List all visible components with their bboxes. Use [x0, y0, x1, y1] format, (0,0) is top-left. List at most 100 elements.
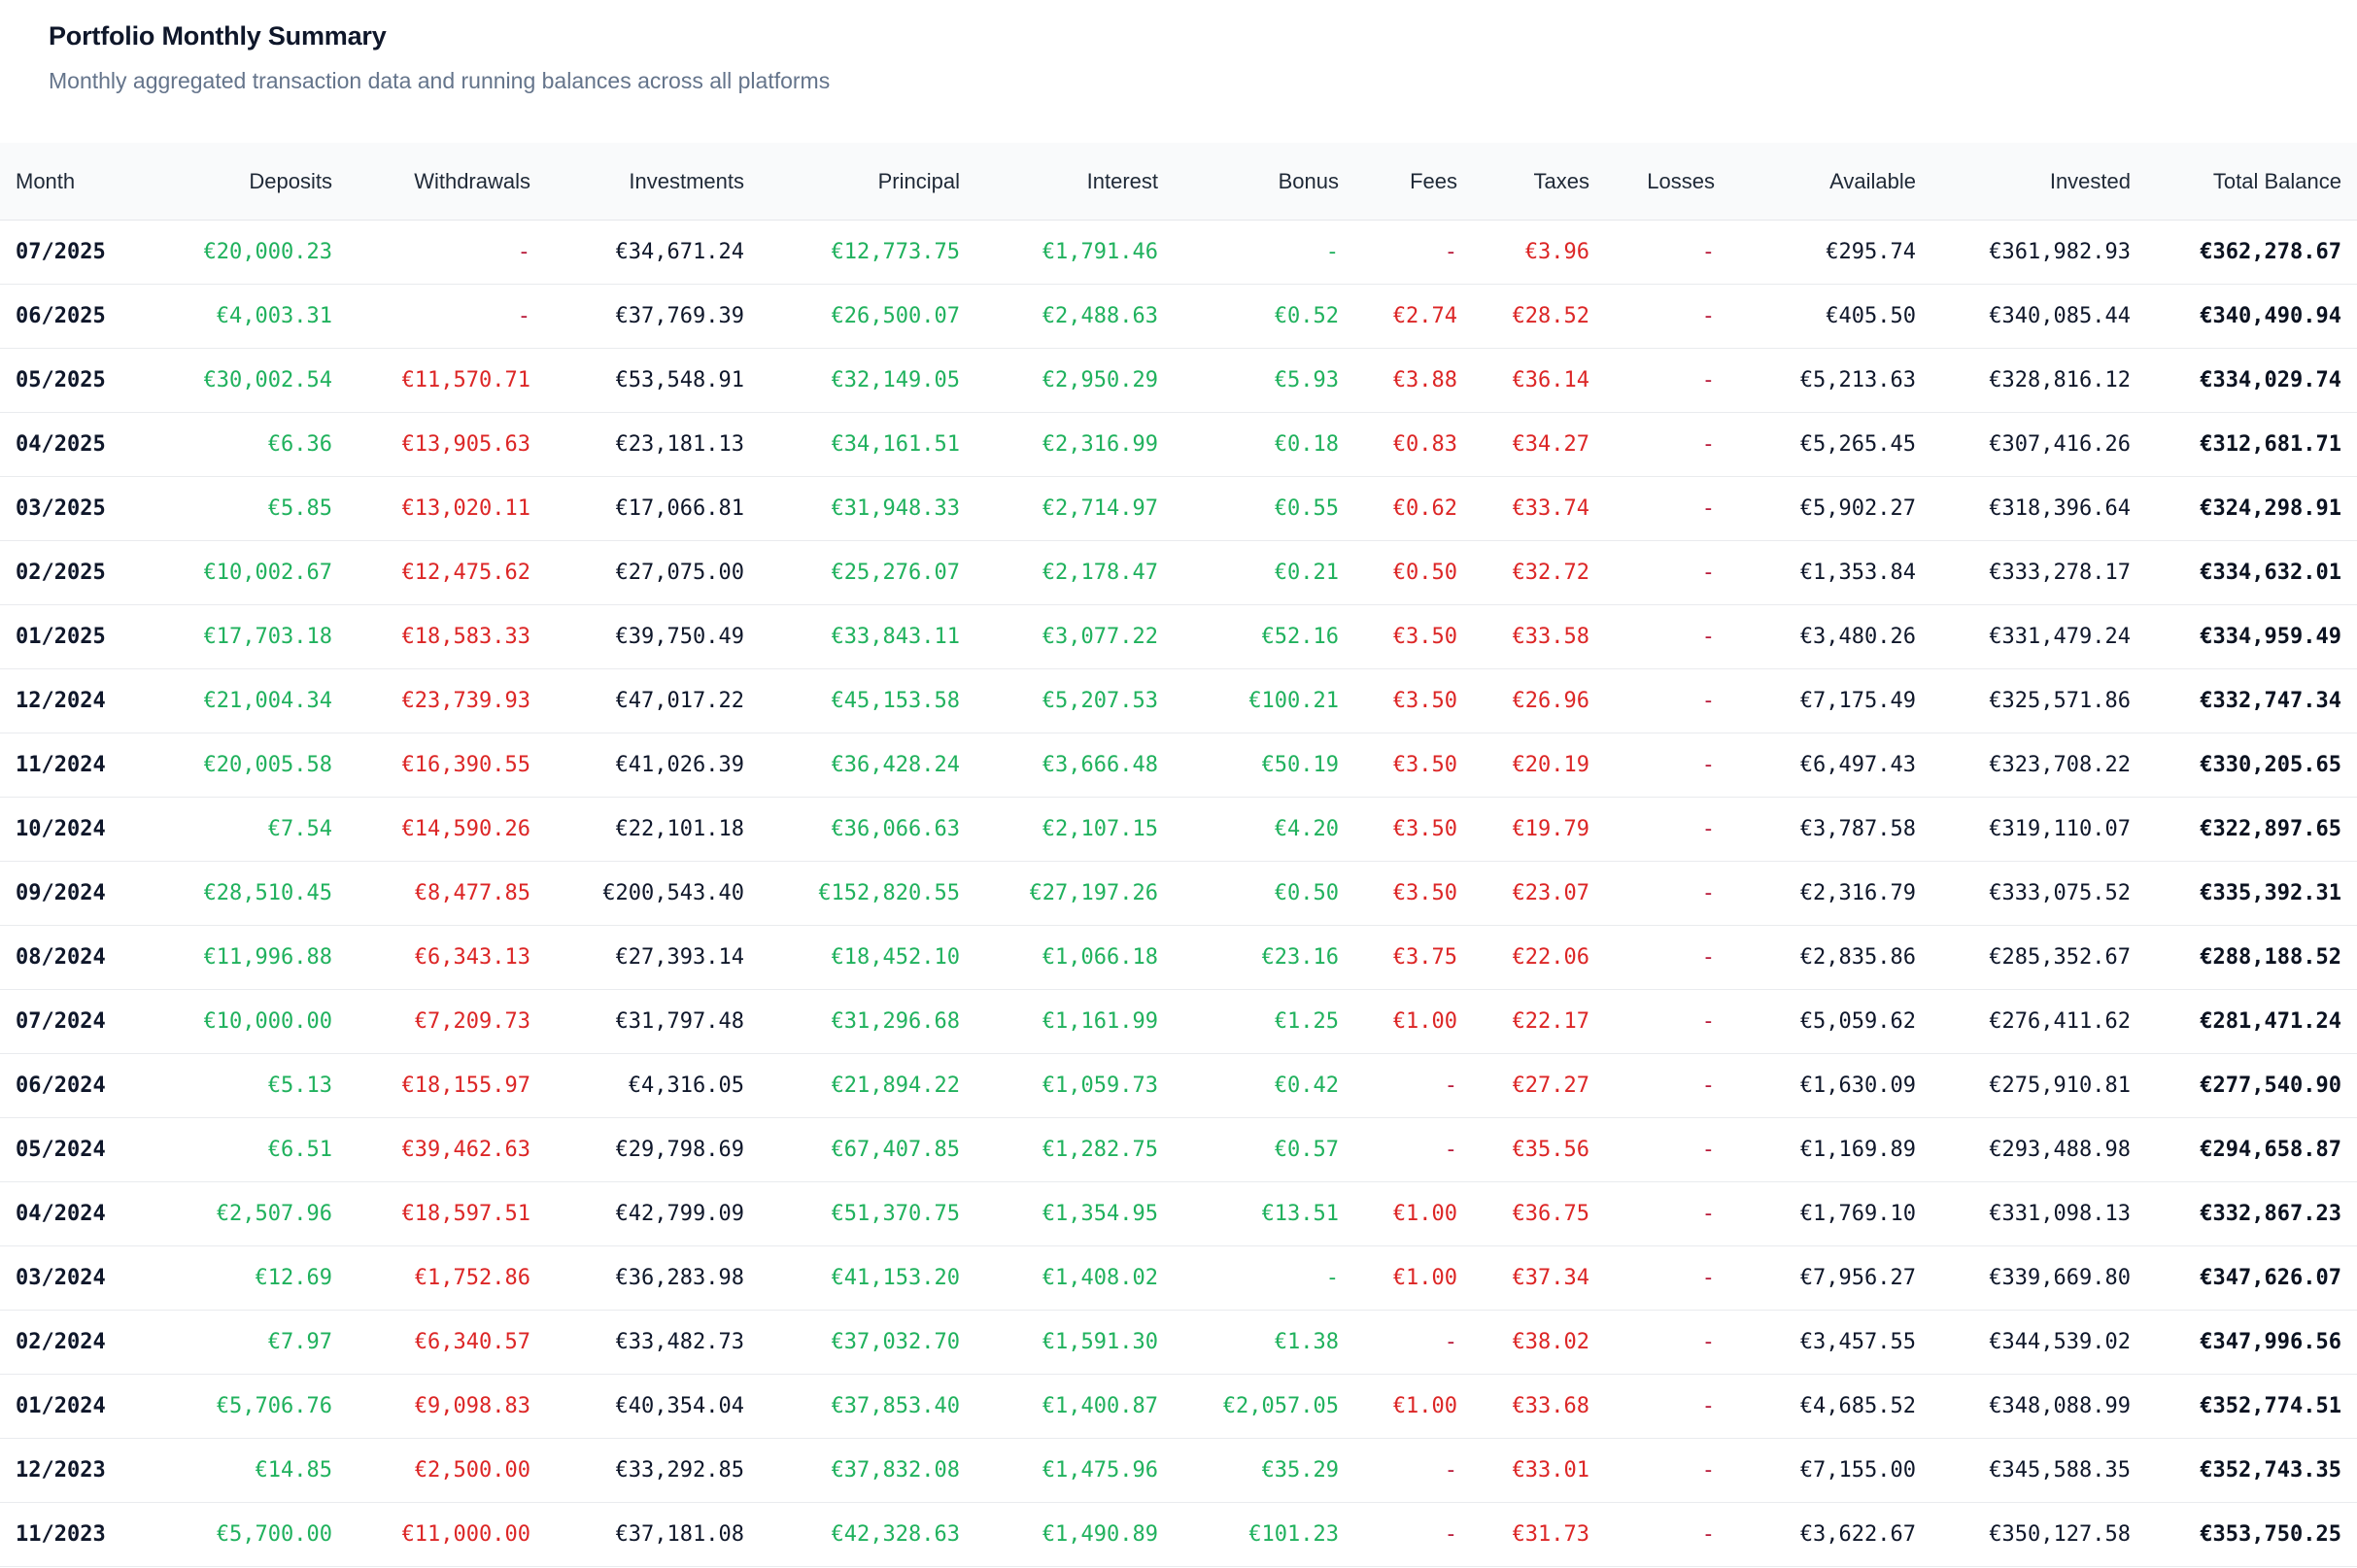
- cell-month: 04/2025: [0, 413, 154, 477]
- cell-principal: €36,066.63: [760, 798, 975, 862]
- cell-principal: €31,296.68: [760, 990, 975, 1054]
- cell-total: €288,188.52: [2146, 926, 2357, 990]
- cell-invested: €333,075.52: [1931, 862, 2146, 926]
- header-row: MonthDepositsWithdrawalsInvestmentsPrinc…: [0, 143, 2357, 221]
- cell-deposits: €7.97: [154, 1311, 348, 1375]
- cell-month: 06/2024: [0, 1054, 154, 1118]
- cell-fees: -: [1354, 1311, 1473, 1375]
- cell-deposits: €5,706.76: [154, 1375, 348, 1439]
- cell-taxes: €26.96: [1473, 669, 1605, 733]
- cell-taxes: €3.96: [1473, 221, 1605, 285]
- cell-withdrawals: €14,590.26: [348, 798, 546, 862]
- cell-available: €2,835.86: [1730, 926, 1931, 990]
- column-header-taxes: Taxes: [1473, 143, 1605, 221]
- cell-fees: -: [1354, 221, 1473, 285]
- cell-investments: €4,316.05: [546, 1054, 760, 1118]
- cell-bonus: €1.38: [1174, 1311, 1354, 1375]
- portfolio-summary-page: { "page": { "title": "Portfolio Monthly …: [0, 0, 2357, 1568]
- cell-month: 01/2024: [0, 1375, 154, 1439]
- cell-available: €7,155.00: [1730, 1439, 1931, 1503]
- summary-table: MonthDepositsWithdrawalsInvestmentsPrinc…: [0, 143, 2357, 1567]
- cell-total: €352,743.35: [2146, 1439, 2357, 1503]
- page-title: Portfolio Monthly Summary: [49, 19, 2310, 52]
- cell-investments: €31,797.48: [546, 990, 760, 1054]
- cell-withdrawals: €13,905.63: [348, 413, 546, 477]
- cell-investments: €53,548.91: [546, 349, 760, 413]
- column-header-month: Month: [0, 143, 154, 221]
- cell-losses: -: [1605, 1118, 1730, 1182]
- cell-deposits: €6.36: [154, 413, 348, 477]
- column-header-total: Total Balance: [2146, 143, 2357, 221]
- cell-total: €281,471.24: [2146, 990, 2357, 1054]
- cell-losses: -: [1605, 1375, 1730, 1439]
- cell-total: €334,632.01: [2146, 541, 2357, 605]
- table-row: 07/2025€20,000.23-€34,671.24€12,773.75€1…: [0, 221, 2357, 285]
- cell-bonus: €0.42: [1174, 1054, 1354, 1118]
- cell-losses: -: [1605, 349, 1730, 413]
- cell-fees: €1.00: [1354, 1182, 1473, 1246]
- cell-withdrawals: €11,000.00: [348, 1503, 546, 1567]
- cell-bonus: €4.20: [1174, 798, 1354, 862]
- cell-total: €334,029.74: [2146, 349, 2357, 413]
- cell-deposits: €20,000.23: [154, 221, 348, 285]
- cell-interest: €1,059.73: [975, 1054, 1174, 1118]
- column-header-losses: Losses: [1605, 143, 1730, 221]
- cell-interest: €3,077.22: [975, 605, 1174, 669]
- cell-withdrawals: €13,020.11: [348, 477, 546, 541]
- cell-taxes: €28.52: [1473, 285, 1605, 349]
- cell-principal: €12,773.75: [760, 221, 975, 285]
- cell-deposits: €10,000.00: [154, 990, 348, 1054]
- cell-month: 12/2024: [0, 669, 154, 733]
- table-row: 06/2025€4,003.31-€37,769.39€26,500.07€2,…: [0, 285, 2357, 349]
- cell-taxes: €34.27: [1473, 413, 1605, 477]
- cell-fees: -: [1354, 1439, 1473, 1503]
- cell-deposits: €20,005.58: [154, 733, 348, 798]
- cell-deposits: €2,507.96: [154, 1182, 348, 1246]
- cell-available: €5,902.27: [1730, 477, 1931, 541]
- table-row: 07/2024€10,000.00€7,209.73€31,797.48€31,…: [0, 990, 2357, 1054]
- cell-available: €7,956.27: [1730, 1246, 1931, 1311]
- cell-deposits: €30,002.54: [154, 349, 348, 413]
- cell-total: €324,298.91: [2146, 477, 2357, 541]
- cell-invested: €340,085.44: [1931, 285, 2146, 349]
- cell-taxes: €33.58: [1473, 605, 1605, 669]
- cell-principal: €67,407.85: [760, 1118, 975, 1182]
- cell-withdrawals: -: [348, 285, 546, 349]
- cell-fees: €1.00: [1354, 990, 1473, 1054]
- page-subtitle: Monthly aggregated transaction data and …: [49, 66, 2310, 95]
- cell-interest: €2,107.15: [975, 798, 1174, 862]
- cell-withdrawals: €18,583.33: [348, 605, 546, 669]
- table-row: 03/2024€12.69€1,752.86€36,283.98€41,153.…: [0, 1246, 2357, 1311]
- cell-interest: €1,354.95: [975, 1182, 1174, 1246]
- cell-investments: €27,393.14: [546, 926, 760, 990]
- cell-available: €3,787.58: [1730, 798, 1931, 862]
- cell-invested: €318,396.64: [1931, 477, 2146, 541]
- cell-bonus: €23.16: [1174, 926, 1354, 990]
- cell-available: €1,769.10: [1730, 1182, 1931, 1246]
- cell-bonus: €0.18: [1174, 413, 1354, 477]
- cell-invested: €319,110.07: [1931, 798, 2146, 862]
- cell-investments: €40,354.04: [546, 1375, 760, 1439]
- cell-losses: -: [1605, 733, 1730, 798]
- cell-principal: €36,428.24: [760, 733, 975, 798]
- cell-losses: -: [1605, 285, 1730, 349]
- cell-interest: €1,161.99: [975, 990, 1174, 1054]
- cell-investments: €29,798.69: [546, 1118, 760, 1182]
- cell-taxes: €22.06: [1473, 926, 1605, 990]
- cell-principal: €51,370.75: [760, 1182, 975, 1246]
- cell-invested: €348,088.99: [1931, 1375, 2146, 1439]
- table-row: 11/2024€20,005.58€16,390.55€41,026.39€36…: [0, 733, 2357, 798]
- table-row: 03/2025€5.85€13,020.11€17,066.81€31,948.…: [0, 477, 2357, 541]
- cell-withdrawals: €18,155.97: [348, 1054, 546, 1118]
- cell-available: €3,457.55: [1730, 1311, 1931, 1375]
- cell-withdrawals: €39,462.63: [348, 1118, 546, 1182]
- column-header-investments: Investments: [546, 143, 760, 221]
- cell-interest: €1,066.18: [975, 926, 1174, 990]
- cell-invested: €307,416.26: [1931, 413, 2146, 477]
- cell-deposits: €14.85: [154, 1439, 348, 1503]
- cell-invested: €293,488.98: [1931, 1118, 2146, 1182]
- cell-total: €353,750.25: [2146, 1503, 2357, 1567]
- cell-available: €295.74: [1730, 221, 1931, 285]
- cell-invested: €344,539.02: [1931, 1311, 2146, 1375]
- column-header-withdrawals: Withdrawals: [348, 143, 546, 221]
